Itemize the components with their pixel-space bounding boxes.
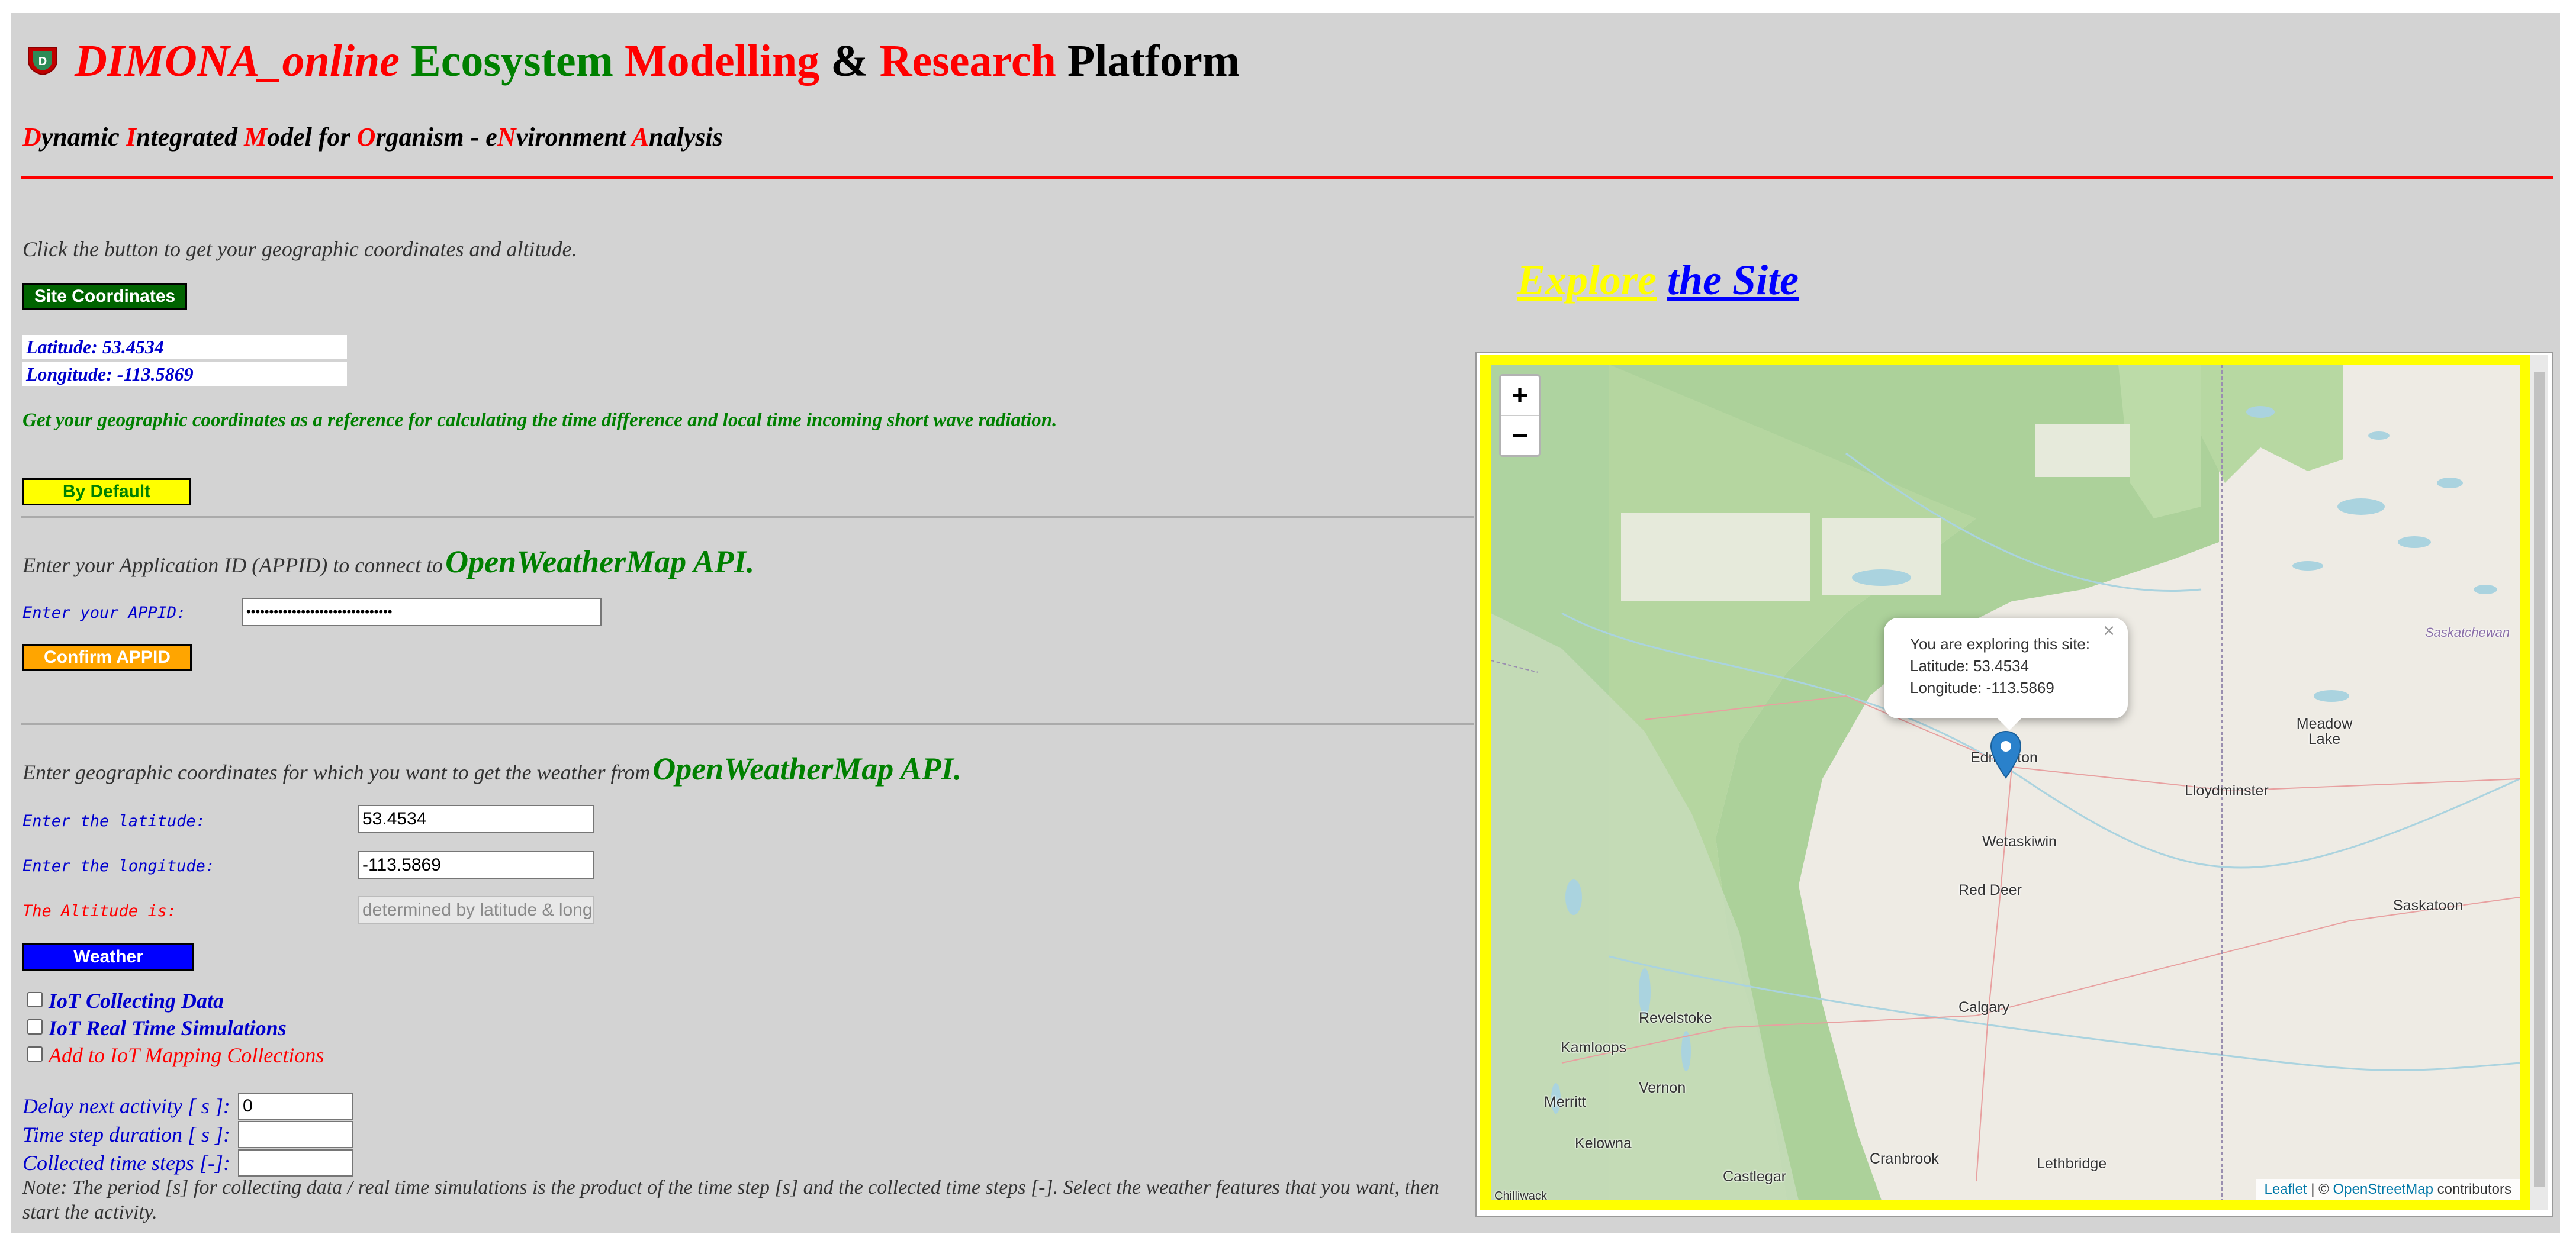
city-label: Saskatoon — [2393, 897, 2464, 914]
appid-input[interactable]: •••••••••••••••••••••••••••••••• — [242, 598, 602, 626]
city-label: Revelstoke — [1639, 1010, 1712, 1026]
owm-api-title: OpenWeatherMap API. — [445, 544, 755, 579]
iot-mapping-checkbox[interactable] — [27, 1046, 43, 1062]
page-title: DIMONA_online Ecosystem Modelling & Rese… — [75, 36, 1240, 87]
zoom-out-button[interactable]: − — [1501, 416, 1539, 455]
explore-word: Explore — [1517, 256, 1657, 304]
latitude-display: Latitude: 53.4534 — [22, 335, 347, 359]
title-amp: & — [831, 36, 869, 86]
period-note: Note: The period [s] for collecting data… — [22, 1177, 1439, 1223]
attrib-tail: contributors — [2433, 1181, 2511, 1197]
longitude-input[interactable]: -113.5869 — [358, 851, 594, 879]
delay-label: Delay next activity [ s ]: — [22, 1094, 230, 1118]
weather-button[interactable]: Weather — [22, 943, 194, 971]
delay-input[interactable]: 0 — [238, 1093, 353, 1120]
title-dimona: DIMONA_online — [75, 36, 400, 86]
appid-label: Enter your APPID: — [22, 604, 186, 622]
subtitle-part: I — [126, 123, 136, 152]
logo-shield-icon: D — [26, 45, 59, 76]
city-label: Kamloops — [1561, 1039, 1627, 1056]
longitude-label: Enter the longitude: — [22, 857, 216, 875]
by-default-button[interactable]: By Default — [22, 478, 191, 505]
altitude-input: determined by latitude & longitude — [358, 896, 594, 924]
iot-collecting-label: IoT Collecting Data — [49, 989, 224, 1013]
zoom-in-button[interactable]: + — [1501, 376, 1539, 416]
map-attribution: Leaflet | © OpenStreetMap contributors — [2256, 1179, 2520, 1200]
weather-instruction: Enter geographic coordinates for which y… — [22, 761, 651, 784]
latitude-input[interactable]: 53.4534 — [358, 805, 594, 833]
the-site-word: the Site — [1667, 256, 1799, 304]
section-divider — [21, 723, 1474, 725]
page-subtitle: Dynamic Integrated Model for Organism - … — [22, 122, 723, 152]
leaflet-link[interactable]: Leaflet — [2265, 1181, 2307, 1197]
svg-text:D: D — [38, 55, 47, 68]
iot-realtime-label: IoT Real Time Simulations — [49, 1016, 287, 1040]
city-label: Wetaskiwin — [1982, 833, 2057, 850]
title-modelling: Modelling — [624, 36, 820, 86]
map-tiles — [1491, 365, 2520, 1200]
subtitle-part: odel for — [267, 123, 357, 152]
popup-close-icon[interactable]: × — [2103, 620, 2115, 642]
city-label: Lethbridge — [2037, 1155, 2107, 1172]
subtitle-part: O — [356, 123, 376, 152]
subtitle-part: vironment — [516, 123, 632, 152]
city-label: Calgary — [1958, 999, 2010, 1016]
subtitle-part: ntegrated — [136, 123, 244, 152]
city-label: Red Deer — [1958, 882, 2022, 898]
city-label: Castlegar — [1723, 1168, 1786, 1185]
appid-instruction: Enter your Application ID (APPID) to con… — [22, 553, 443, 577]
popup-longitude: Longitude: -113.5869 — [1910, 679, 2054, 697]
header-divider — [21, 176, 2553, 179]
altitude-label: The Altitude is: — [22, 902, 177, 920]
city-label: Merritt — [1544, 1094, 1586, 1110]
appid-instruction-row: Enter your Application ID (APPID) to con… — [22, 543, 754, 580]
subtitle-part: rganism - e — [375, 123, 497, 152]
subtitle-part: nalysis — [649, 123, 723, 152]
latitude-label: Enter the latitude: — [22, 812, 205, 830]
subtitle-part: A — [631, 123, 649, 152]
site-coordinates-button[interactable]: Site Coordinates — [22, 283, 187, 310]
osm-link[interactable]: OpenStreetMap — [2333, 1181, 2433, 1197]
city-label: Meadow Lake — [2296, 716, 2353, 747]
city-label: Chilliwack — [1494, 1190, 1547, 1200]
subtitle-part: D — [22, 123, 41, 152]
subtitle-part: ynamic — [41, 123, 126, 152]
attrib-separator: | © — [2307, 1181, 2333, 1197]
map-marker-icon[interactable] — [1989, 730, 2022, 779]
section-divider — [21, 516, 1474, 518]
confirm-appid-button[interactable]: Confirm APPID — [22, 644, 192, 671]
popup-tip — [1996, 717, 2022, 730]
weather-instruction-row: Enter geographic coordinates for which y… — [22, 750, 961, 787]
city-label: Vernon — [1639, 1080, 1686, 1096]
popup-latitude: Latitude: 53.4534 — [1910, 657, 2029, 675]
map-scrollbar-thumb[interactable] — [2534, 372, 2545, 1187]
city-label: Kelowna — [1575, 1135, 1632, 1152]
title-ecosystem: Ecosystem — [411, 36, 613, 86]
collected-steps-label: Collected time steps [-]: — [22, 1151, 230, 1175]
coords-note: Get your geographic coordinates as a ref… — [22, 410, 1057, 431]
iot-collecting-checkbox[interactable] — [27, 992, 43, 1007]
longitude-display: Longitude: -113.5869 — [22, 362, 347, 386]
city-label: Cranbrook — [1870, 1151, 1939, 1167]
zoom-control: + − — [1499, 374, 1541, 457]
map-popup: × You are exploring this site: Latitude:… — [1884, 618, 2128, 718]
subtitle-part: M — [244, 123, 268, 152]
iot-mapping-label: Add to IoT Mapping Collections — [49, 1043, 324, 1067]
subtitle-part: N — [497, 123, 516, 152]
popup-line: You are exploring this site: — [1910, 635, 2091, 653]
title-platform: Platform — [1067, 36, 1240, 86]
region-label: Saskatchewan — [2425, 625, 2510, 640]
title-research: Research — [879, 36, 1056, 86]
owm-api-title-2: OpenWeatherMap API. — [652, 751, 962, 787]
timestep-input[interactable] — [238, 1121, 353, 1148]
coords-instruction: Click the button to get your geographic … — [22, 237, 577, 261]
iot-realtime-checkbox[interactable] — [27, 1019, 43, 1035]
city-label: Lloydminster — [2185, 782, 2269, 799]
explore-heading: Explore the Site — [1517, 256, 1799, 305]
map-view[interactable]: Edmonton Lloydminster Wetaskiwin Red Dee… — [1491, 365, 2520, 1200]
timestep-label: Time step duration [ s ]: — [22, 1123, 231, 1146]
collected-steps-input[interactable] — [238, 1149, 353, 1177]
